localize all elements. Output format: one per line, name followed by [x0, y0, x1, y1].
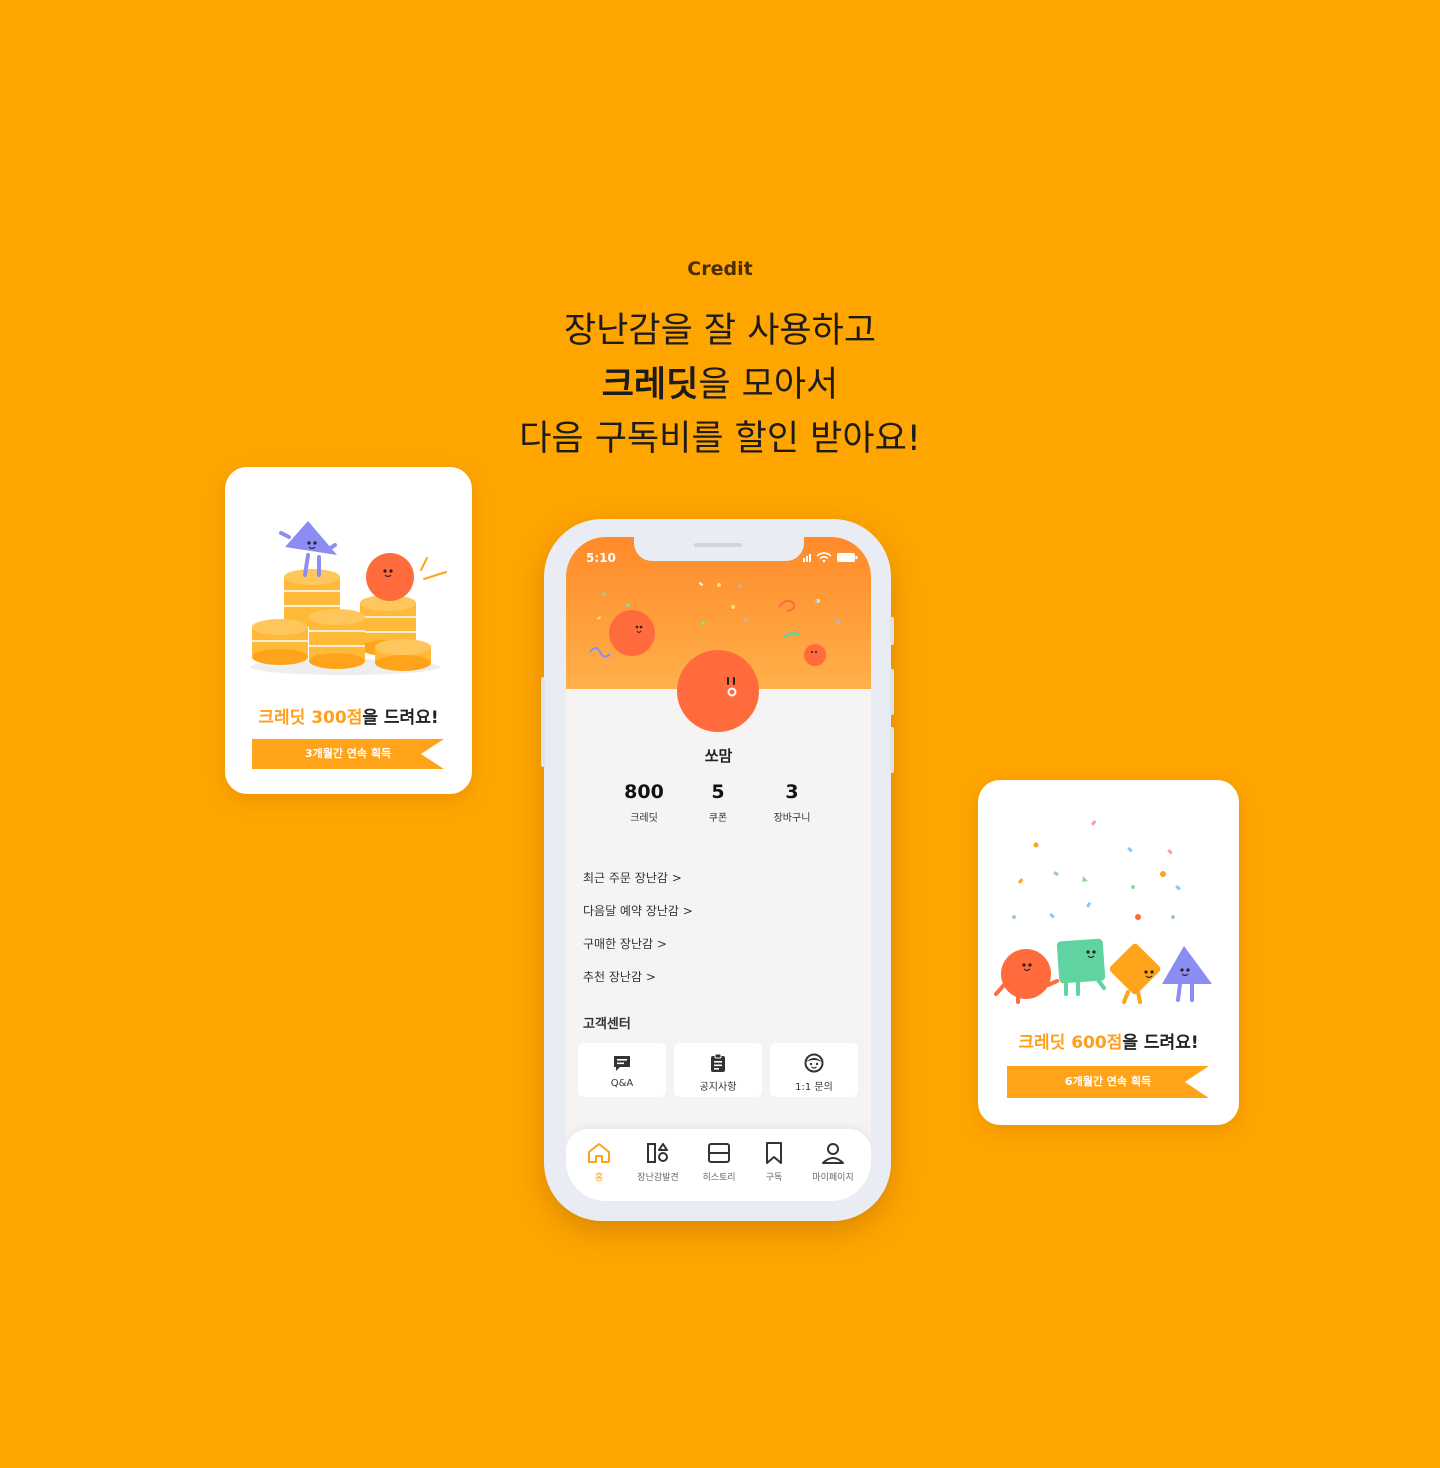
bookmark-icon — [766, 1142, 782, 1164]
reward-title: 크레딧 300점을 드려요! — [225, 703, 472, 728]
headline-bold-word: 크레딧 — [601, 365, 699, 405]
profile-nickname: 쏘맘 — [704, 747, 733, 765]
reward-card-300: 크레딧 300점을 드려요! 3개월간 연속 획득 — [225, 467, 472, 794]
customer-center-grid: Q&A 공지사항 1:1 문의 — [578, 1043, 859, 1097]
user-icon — [822, 1143, 844, 1164]
wifi-icon — [816, 552, 832, 563]
customer-center-title: 고객센터 — [583, 1017, 631, 1032]
stat-label: 크레딧 — [630, 813, 658, 824]
menu-item-purchased-toys[interactable]: 구매한 장난감 > — [583, 935, 693, 968]
stat-value: 800 — [624, 781, 664, 803]
menu-item-next-month-reservations[interactable]: 다음달 예약 장난감 > — [583, 902, 693, 935]
history-icon — [708, 1143, 730, 1163]
headline-line-2-rest: 을 모아서 — [698, 365, 839, 405]
status-time: 5:10 — [586, 551, 616, 565]
tab-toy-discovery[interactable]: 장난감발견 — [628, 1141, 688, 1183]
cs-tile-qna[interactable]: Q&A — [578, 1043, 666, 1097]
status-icons — [803, 549, 861, 568]
signal-icon — [803, 554, 811, 562]
stat-cart[interactable]: 3 장바구니 — [752, 781, 832, 824]
tab-label: 구독 — [765, 1173, 783, 1183]
coin-stack-illustration — [250, 521, 447, 675]
tab-subscription[interactable]: 구독 — [744, 1141, 804, 1183]
stat-label: 장바구니 — [773, 813, 811, 824]
home-icon — [588, 1143, 610, 1163]
reward-ribbon: 6개월간 연속 획득 — [1007, 1066, 1209, 1098]
side-button-right-1 — [890, 617, 894, 645]
side-button-right-3 — [890, 727, 894, 773]
bottom-tab-bar: 홈 장난감발견 히스토리 구독 마이페이지 — [566, 1129, 871, 1201]
reward-ribbon: 3개월간 연속 획득 — [252, 739, 444, 769]
tab-my-page[interactable]: 마이페이지 — [803, 1141, 863, 1183]
characters-illustration — [994, 820, 1212, 1004]
menu-item-recommended-toys[interactable]: 추천 장난감 > — [583, 968, 693, 1001]
reward-amount: 크레딧 300점 — [258, 708, 363, 728]
tab-history[interactable]: 히스토리 — [689, 1141, 749, 1183]
tab-label: 히스토리 — [702, 1173, 736, 1183]
battery-icon — [837, 553, 858, 562]
tab-label: 홈 — [594, 1173, 604, 1183]
cs-tile-inquiry[interactable]: 1:1 문의 — [770, 1043, 858, 1097]
speaker-grille — [694, 543, 742, 547]
stat-value: 5 — [711, 781, 725, 803]
cs-tile-label: 1:1 문의 — [795, 1082, 833, 1093]
stat-label: 쿠폰 — [708, 813, 728, 824]
headline-line-2: 크레딧을 모아서 — [0, 358, 1440, 412]
side-button-left — [541, 677, 545, 767]
phone-mockup: 5:10 쏘맘 800 크레딧 5 쿠폰 3 장바구니 최근 주문 장난감 > … — [541, 519, 894, 1221]
reward-suffix: 을 드려요! — [1122, 1033, 1199, 1053]
menu-list: 최근 주문 장난감 > 다음달 예약 장난감 > 구매한 장난감 > 추천 장난… — [583, 869, 693, 1001]
clipboard-icon — [711, 1053, 725, 1072]
reward-card-600: 크레딧 600점을 드려요! 6개월간 연속 획득 — [978, 780, 1239, 1125]
avatar — [677, 650, 759, 732]
cs-tile-label: 공지사항 — [699, 1082, 737, 1093]
reward-title: 크레딧 600점을 드려요! — [978, 1028, 1239, 1053]
stat-credit[interactable]: 800 크레딧 — [604, 781, 684, 824]
person-face-icon — [804, 1053, 824, 1073]
headline-line-3: 다음 구독비를 할인 받아요! — [519, 419, 921, 459]
tab-home[interactable]: 홈 — [569, 1141, 629, 1183]
cs-tile-notice[interactable]: 공지사항 — [674, 1043, 762, 1097]
section-label: Credit — [687, 258, 753, 280]
tab-label: 마이페이지 — [812, 1173, 854, 1183]
tab-label: 장난감발견 — [637, 1173, 679, 1183]
phone-notch — [634, 537, 804, 561]
profile-stats: 800 크레딧 5 쿠폰 3 장바구니 — [604, 781, 840, 831]
cs-tile-label: Q&A — [610, 1078, 634, 1089]
headline: 장난감을 잘 사용하고 크레딧을 모아서 다음 구독비를 할인 받아요! — [0, 304, 1440, 466]
reward-amount: 크레딧 600점 — [1018, 1033, 1123, 1053]
menu-item-recent-orders[interactable]: 최근 주문 장난감 > — [583, 869, 693, 902]
stat-value: 3 — [785, 781, 799, 803]
headline-line-1: 장난감을 잘 사용하고 — [563, 311, 877, 351]
stat-coupon[interactable]: 5 쿠폰 — [678, 781, 758, 824]
phone-screen: 5:10 쏘맘 800 크레딧 5 쿠폰 3 장바구니 최근 주문 장난감 > … — [566, 537, 871, 1201]
side-button-right-2 — [890, 669, 894, 715]
shapes-icon — [647, 1143, 668, 1163]
chat-icon — [614, 1056, 630, 1071]
reward-suffix: 을 드려요! — [362, 708, 439, 728]
